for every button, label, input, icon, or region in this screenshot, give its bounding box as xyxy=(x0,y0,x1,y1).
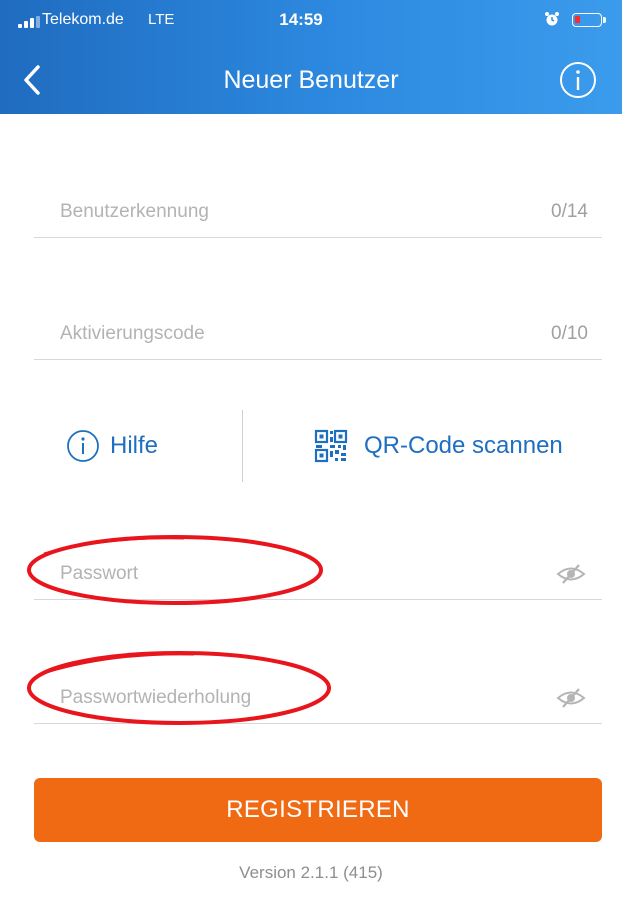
password-field[interactable]: Passwort xyxy=(34,540,602,600)
user-id-counter: 0/14 xyxy=(551,201,588,222)
help-button[interactable]: Hilfe xyxy=(66,426,158,466)
help-label: Hilfe xyxy=(110,432,159,459)
qr-code-icon xyxy=(314,429,348,463)
info-icon xyxy=(67,430,99,462)
activation-code-field[interactable]: Aktivierungscode 0/10 xyxy=(34,300,602,360)
user-id-field[interactable]: Benutzerkennung 0/14 xyxy=(34,178,602,238)
qr-scan-button[interactable]: QR-Code scannen xyxy=(314,426,563,466)
password-repeat-placeholder: Passwortwiederholung xyxy=(60,687,252,708)
qr-scan-label: QR-Code scannen xyxy=(364,432,563,459)
status-time: 14:59 xyxy=(279,10,323,29)
activation-code-placeholder: Aktivierungscode xyxy=(60,323,205,344)
password-placeholder: Passwort xyxy=(60,563,139,584)
nav-bar: Neuer Benutzer xyxy=(0,52,622,108)
info-icon[interactable] xyxy=(558,60,598,100)
action-row: Hilfe QR-Code scannen xyxy=(0,400,622,484)
activation-code-counter: 0/10 xyxy=(551,323,588,344)
app-header: Telekom.de LTE 14:59 Neuer Benutzer xyxy=(0,0,622,114)
status-bar: Telekom.de LTE 14:59 xyxy=(0,0,622,36)
page-title: Neuer Benutzer xyxy=(223,66,399,94)
alarm-icon xyxy=(545,12,559,26)
battery-icon xyxy=(572,13,606,27)
version-label: Version 2.1.1 (415) xyxy=(239,863,383,882)
user-id-placeholder: Benutzerkennung xyxy=(60,201,209,222)
register-button[interactable]: REGISTRIEREN xyxy=(34,778,602,842)
password-repeat-field[interactable]: Passwortwiederholung xyxy=(34,664,602,724)
eye-hidden-icon[interactable] xyxy=(556,687,586,709)
eye-hidden-icon[interactable] xyxy=(556,563,586,585)
action-divider xyxy=(242,410,243,482)
